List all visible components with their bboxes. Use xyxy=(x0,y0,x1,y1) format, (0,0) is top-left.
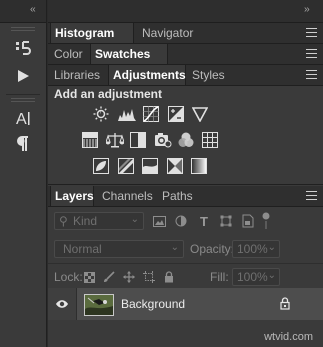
smart-object-filter-icon[interactable] xyxy=(241,213,255,229)
panel-menu-icon[interactable] xyxy=(306,28,317,37)
history-brush-icon[interactable] xyxy=(0,34,46,62)
layer-row[interactable]: Background xyxy=(48,288,323,320)
photoshop-panels: ‹‹ A ›› Histogram Navigator Color Swatch… xyxy=(0,0,323,347)
left-toolbar-header: ‹‹ xyxy=(0,0,46,23)
curves-icon[interactable] xyxy=(143,106,159,122)
levels-icon[interactable] xyxy=(117,106,137,122)
left-toolbar: ‹‹ A xyxy=(0,0,47,347)
lock-pixels-icon[interactable] xyxy=(102,270,116,284)
invert-icon[interactable] xyxy=(93,158,109,174)
layer-name[interactable]: Background xyxy=(121,297,185,311)
collapse-right-icon[interactable]: ›› xyxy=(304,5,310,15)
shape-filter-icon[interactable] xyxy=(219,214,233,228)
layer-thumbnail xyxy=(84,294,114,316)
lock-artboard-icon[interactable] xyxy=(142,270,156,284)
layer-filter-select[interactable]: ⚲ Kind ⌄ xyxy=(54,212,144,230)
adjustments-title: Add an adjustment xyxy=(54,87,163,101)
layer-filter-label: Kind xyxy=(73,214,98,228)
chevron-down-icon: ⌄ xyxy=(170,242,179,253)
eye-icon xyxy=(56,300,68,308)
gradient-map-icon[interactable] xyxy=(191,158,207,174)
blend-mode-value: Normal xyxy=(63,242,102,256)
chevron-down-icon: ⌄ xyxy=(267,270,276,281)
character-icon[interactable]: A xyxy=(0,104,46,132)
search-icon: ⚲ xyxy=(59,214,68,228)
color-balance-icon[interactable] xyxy=(106,132,124,148)
threshold-icon[interactable] xyxy=(142,158,158,174)
lock-position-icon[interactable] xyxy=(122,270,136,284)
color-lookup-icon[interactable] xyxy=(202,132,218,148)
right-dock-header: ›› xyxy=(48,0,323,23)
tab-color[interactable]: Color xyxy=(50,44,87,64)
selective-color-icon[interactable] xyxy=(167,158,183,174)
lock-label: Lock: xyxy=(54,270,83,284)
channel-mixer-icon[interactable] xyxy=(178,132,194,148)
posterize-icon[interactable] xyxy=(118,158,134,174)
svg-text:A: A xyxy=(16,111,27,127)
lock-transparent-icon[interactable] xyxy=(82,270,96,284)
hue-sat-icon[interactable] xyxy=(82,132,98,148)
panel-group-adjustments: Libraries Adjustments Styles xyxy=(48,65,323,86)
vibrance-icon[interactable] xyxy=(192,106,208,122)
panel-menu-icon[interactable] xyxy=(306,191,317,200)
opacity-label: Opacity: xyxy=(190,242,235,256)
adjustment-filter-icon[interactable] xyxy=(174,214,188,228)
type-filter-icon[interactable]: T xyxy=(197,213,211,229)
tab-navigator[interactable]: Navigator xyxy=(138,23,197,43)
pixel-filter-icon[interactable] xyxy=(152,214,166,228)
bw-icon[interactable] xyxy=(130,132,146,148)
tab-channels[interactable]: Channels xyxy=(98,186,157,206)
paragraph-icon[interactable] xyxy=(0,130,46,158)
lock-all-icon[interactable] xyxy=(162,270,176,284)
tab-histogram[interactable]: Histogram xyxy=(50,23,134,43)
watermark: wtvid.com xyxy=(264,331,313,343)
brightness-icon[interactable] xyxy=(93,106,109,122)
panel-group-layers: Layers Channels Paths xyxy=(48,186,323,207)
panel-group-color: Color Swatches xyxy=(48,44,323,65)
opacity-value: 100% xyxy=(237,242,268,256)
tab-layers[interactable]: Layers xyxy=(50,186,94,206)
right-panel-dock: ›› Histogram Navigator Color Swatches Li… xyxy=(48,0,323,347)
toolbar-grip-2[interactable] xyxy=(11,98,35,102)
layer-lock-icon xyxy=(280,297,290,315)
tab-libraries[interactable]: Libraries xyxy=(50,65,104,85)
panel-group-histogram: Histogram Navigator xyxy=(48,23,323,44)
play-icon[interactable] xyxy=(0,62,46,90)
tab-paths[interactable]: Paths xyxy=(158,186,197,206)
layer-visibility-toggle[interactable] xyxy=(48,288,77,320)
tab-swatches[interactable]: Swatches xyxy=(90,44,168,64)
toolbar-grip[interactable] xyxy=(11,27,35,31)
chevron-down-icon: ⌄ xyxy=(130,214,139,225)
opacity-input[interactable]: 100% ⌄ xyxy=(232,240,280,258)
fill-input[interactable]: 100% ⌄ xyxy=(232,268,280,286)
chevron-down-icon: ⌄ xyxy=(267,242,276,253)
tab-adjustments[interactable]: Adjustments xyxy=(108,65,186,85)
exposure-icon[interactable] xyxy=(168,106,184,122)
panel-menu-icon[interactable] xyxy=(306,70,317,79)
panel-menu-icon[interactable] xyxy=(306,49,317,58)
blend-mode-select[interactable]: Normal ⌄ xyxy=(54,240,184,258)
tab-styles[interactable]: Styles xyxy=(188,65,229,85)
fill-value: 100% xyxy=(237,270,268,284)
collapse-left-icon[interactable]: ‹‹ xyxy=(30,5,36,15)
fill-label: Fill: xyxy=(210,270,229,284)
photo-filter-icon[interactable] xyxy=(154,132,172,148)
filter-toggle-icon[interactable] xyxy=(261,211,271,231)
